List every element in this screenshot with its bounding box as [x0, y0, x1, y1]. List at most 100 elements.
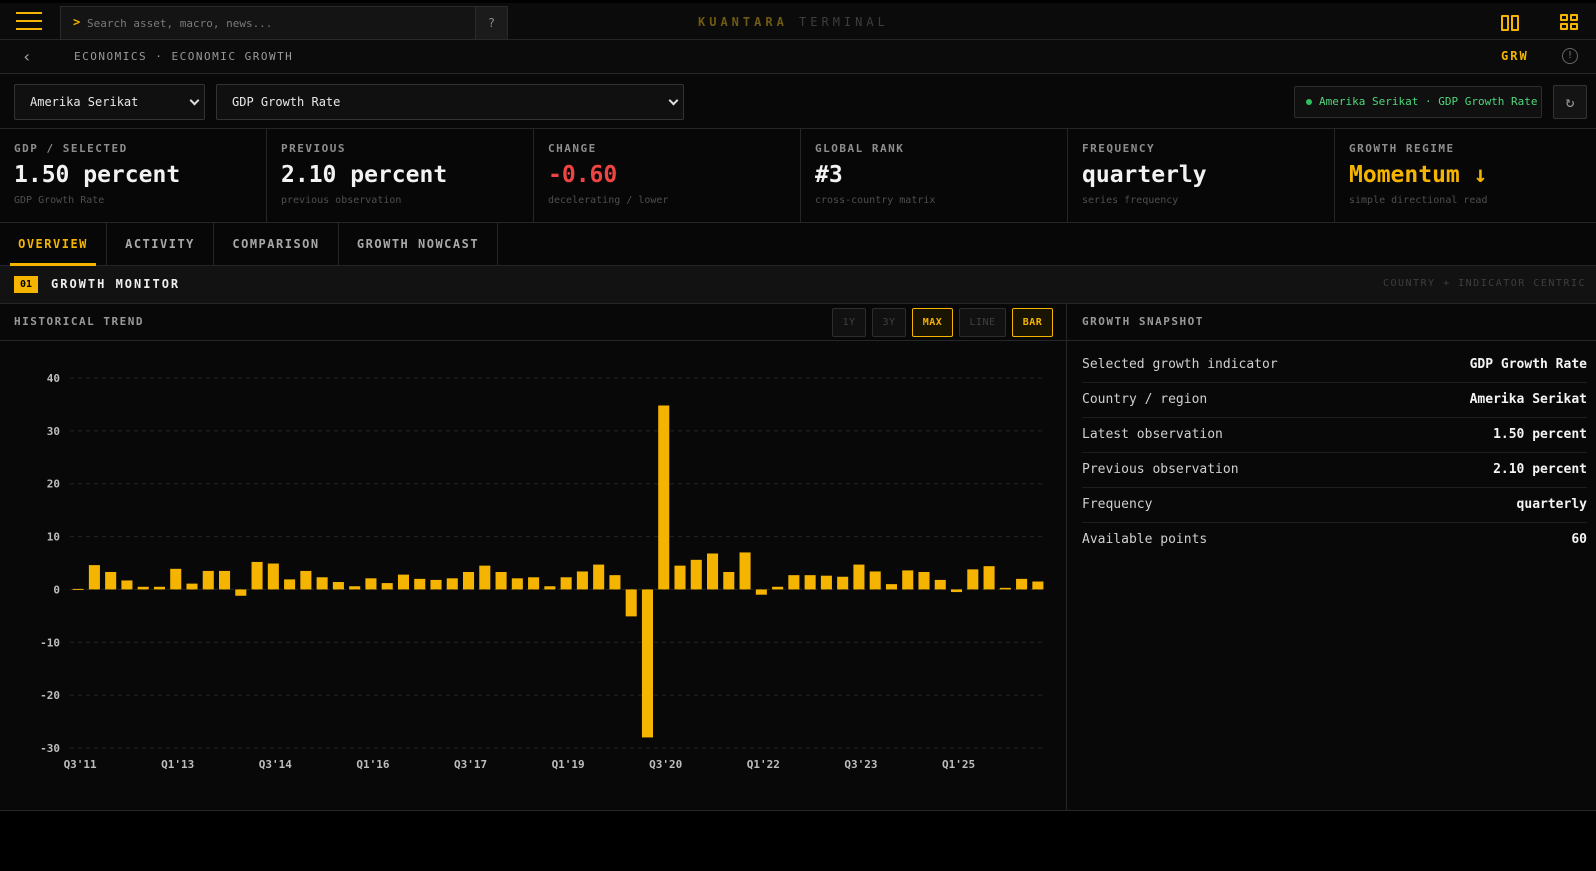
search-input[interactable]	[87, 7, 467, 39]
stat-label: PREVIOUS	[281, 142, 346, 155]
section-header: 01 GROWTH MONITOR COUNTRY + INDICATOR CE…	[0, 266, 1596, 304]
stat-sub: series frequency	[1082, 195, 1179, 206]
bar	[186, 583, 198, 590]
bar	[593, 564, 605, 590]
brand-primary: KUANTARA	[698, 15, 788, 29]
selector-bar: Amerika Serikat GDP Growth Rate Amerika …	[0, 74, 1596, 129]
bar	[430, 579, 442, 590]
y-tick-label: 0	[53, 583, 60, 596]
info-icon[interactable]: !	[1562, 48, 1578, 64]
bar	[934, 579, 946, 590]
bar	[284, 579, 296, 590]
stat-previous: PREVIOUS 2.10 percent previous observati…	[267, 129, 534, 223]
bar	[153, 586, 165, 590]
x-tick-label: Q3'20	[649, 758, 682, 771]
bar	[788, 575, 800, 590]
bar	[560, 577, 572, 590]
bar	[72, 588, 84, 590]
help-button[interactable]: ?	[475, 7, 507, 39]
y-tick-label: 30	[47, 425, 60, 438]
chevron-down-icon	[668, 95, 679, 106]
line-mode-button[interactable]: LINE	[959, 308, 1006, 337]
bar	[885, 584, 897, 590]
bar	[869, 571, 881, 590]
back-icon[interactable]: ‹	[22, 47, 32, 66]
split-layout-icon[interactable]	[1501, 14, 1521, 32]
bar	[853, 564, 865, 590]
bar	[983, 566, 995, 590]
panel-header: HISTORICAL TREND 1Y 3Y MAX LINE BAR	[0, 304, 1066, 341]
bar	[495, 571, 507, 590]
x-tick-label: Q1'22	[747, 758, 780, 771]
bar	[479, 565, 491, 590]
bar	[332, 582, 344, 590]
stat-value: 1.50 percent	[14, 162, 181, 188]
stat-frequency: FREQUENCY quarterly series frequency	[1068, 129, 1335, 223]
section-caption: COUNTRY + INDICATOR CENTRIC	[1382, 278, 1586, 289]
stat-label: FREQUENCY	[1082, 142, 1156, 155]
menu-icon[interactable]	[16, 12, 42, 32]
grid-layout-icon[interactable]	[1560, 14, 1580, 32]
snapshot-key: Country / region	[1082, 392, 1208, 407]
stats-row: GDP / SELECTED 1.50 percent GDP Growth R…	[0, 129, 1596, 223]
x-tick-label: Q3'14	[259, 758, 292, 771]
tab-activity[interactable]: ACTIVITY	[107, 223, 214, 266]
stat-sub: decelerating / lower	[548, 195, 669, 206]
bar	[105, 571, 117, 590]
bar	[170, 568, 182, 590]
stat-change: CHANGE -0.60 decelerating / lower	[534, 129, 801, 223]
snapshot-row: Available points 60	[1082, 523, 1587, 558]
breadcrumb-bar: ‹ ECONOMICS · ECONOMIC GROWTH GRW !	[0, 40, 1596, 74]
y-tick-label: 20	[47, 478, 60, 491]
footer-area	[0, 811, 1596, 871]
country-select[interactable]: Amerika Serikat	[14, 84, 205, 120]
x-tick-label: Q3'17	[454, 758, 487, 771]
prompt-icon: >	[73, 15, 81, 29]
bar	[674, 565, 686, 590]
x-tick-label: Q3'11	[64, 758, 97, 771]
bar-mode-button[interactable]: BAR	[1012, 308, 1053, 337]
section-title: GROWTH MONITOR	[51, 277, 181, 291]
bar	[641, 589, 653, 738]
bar	[918, 571, 930, 590]
status-pill-text: Amerika Serikat · GDP Growth Rate	[1319, 95, 1538, 108]
bar	[967, 569, 979, 590]
range-max-button[interactable]: MAX	[912, 308, 953, 337]
x-tick-label: Q3'23	[844, 758, 877, 771]
snapshot-value: GDP Growth Rate	[1469, 357, 1587, 372]
snapshot-key: Available points	[1082, 532, 1208, 547]
snapshot-value: 60	[1571, 532, 1587, 547]
section-number-badge: 01	[14, 276, 38, 293]
country-select-value: Amerika Serikat	[30, 95, 139, 109]
bar	[300, 570, 312, 590]
bar	[511, 578, 523, 590]
refresh-button[interactable]: ↻	[1553, 85, 1587, 119]
snapshot-key: Previous observation	[1082, 462, 1239, 477]
tab-growth-nowcast[interactable]: GROWTH NOWCAST	[339, 223, 498, 266]
indicator-select[interactable]: GDP Growth Rate	[216, 84, 684, 120]
bar	[999, 587, 1011, 590]
bar	[251, 561, 263, 590]
stat-value: #3	[815, 162, 843, 188]
tab-overview[interactable]: OVERVIEW	[0, 223, 107, 266]
tab-bar: OVERVIEW ACTIVITY COMPARISON GROWTH NOWC…	[0, 223, 1596, 266]
brand-secondary: TERMINAL	[799, 15, 889, 29]
y-tick-label: -30	[40, 742, 60, 755]
bar	[235, 589, 247, 596]
stat-value: -0.60	[548, 162, 618, 188]
stat-value: 2.10 percent	[281, 162, 448, 188]
snapshot-value: quarterly	[1516, 497, 1587, 512]
bar	[1032, 581, 1044, 590]
stat-label: GLOBAL RANK	[815, 142, 905, 155]
range-3y-button[interactable]: 3Y	[872, 308, 906, 337]
tab-comparison[interactable]: COMPARISON	[214, 223, 339, 266]
snapshot-key: Latest observation	[1082, 427, 1223, 442]
bar	[1016, 578, 1028, 590]
y-tick-label: 10	[47, 531, 60, 544]
stat-sub: cross-country matrix	[815, 195, 936, 206]
snapshot-table: Selected growth indicator GDP Growth Rate…	[1082, 348, 1587, 558]
range-1y-button[interactable]: 1Y	[832, 308, 866, 337]
stat-global-rank: GLOBAL RANK #3 cross-country matrix	[801, 129, 1068, 223]
growth-snapshot-panel: GROWTH SNAPSHOT Selected growth indicato…	[1067, 304, 1596, 811]
bar	[463, 571, 475, 590]
